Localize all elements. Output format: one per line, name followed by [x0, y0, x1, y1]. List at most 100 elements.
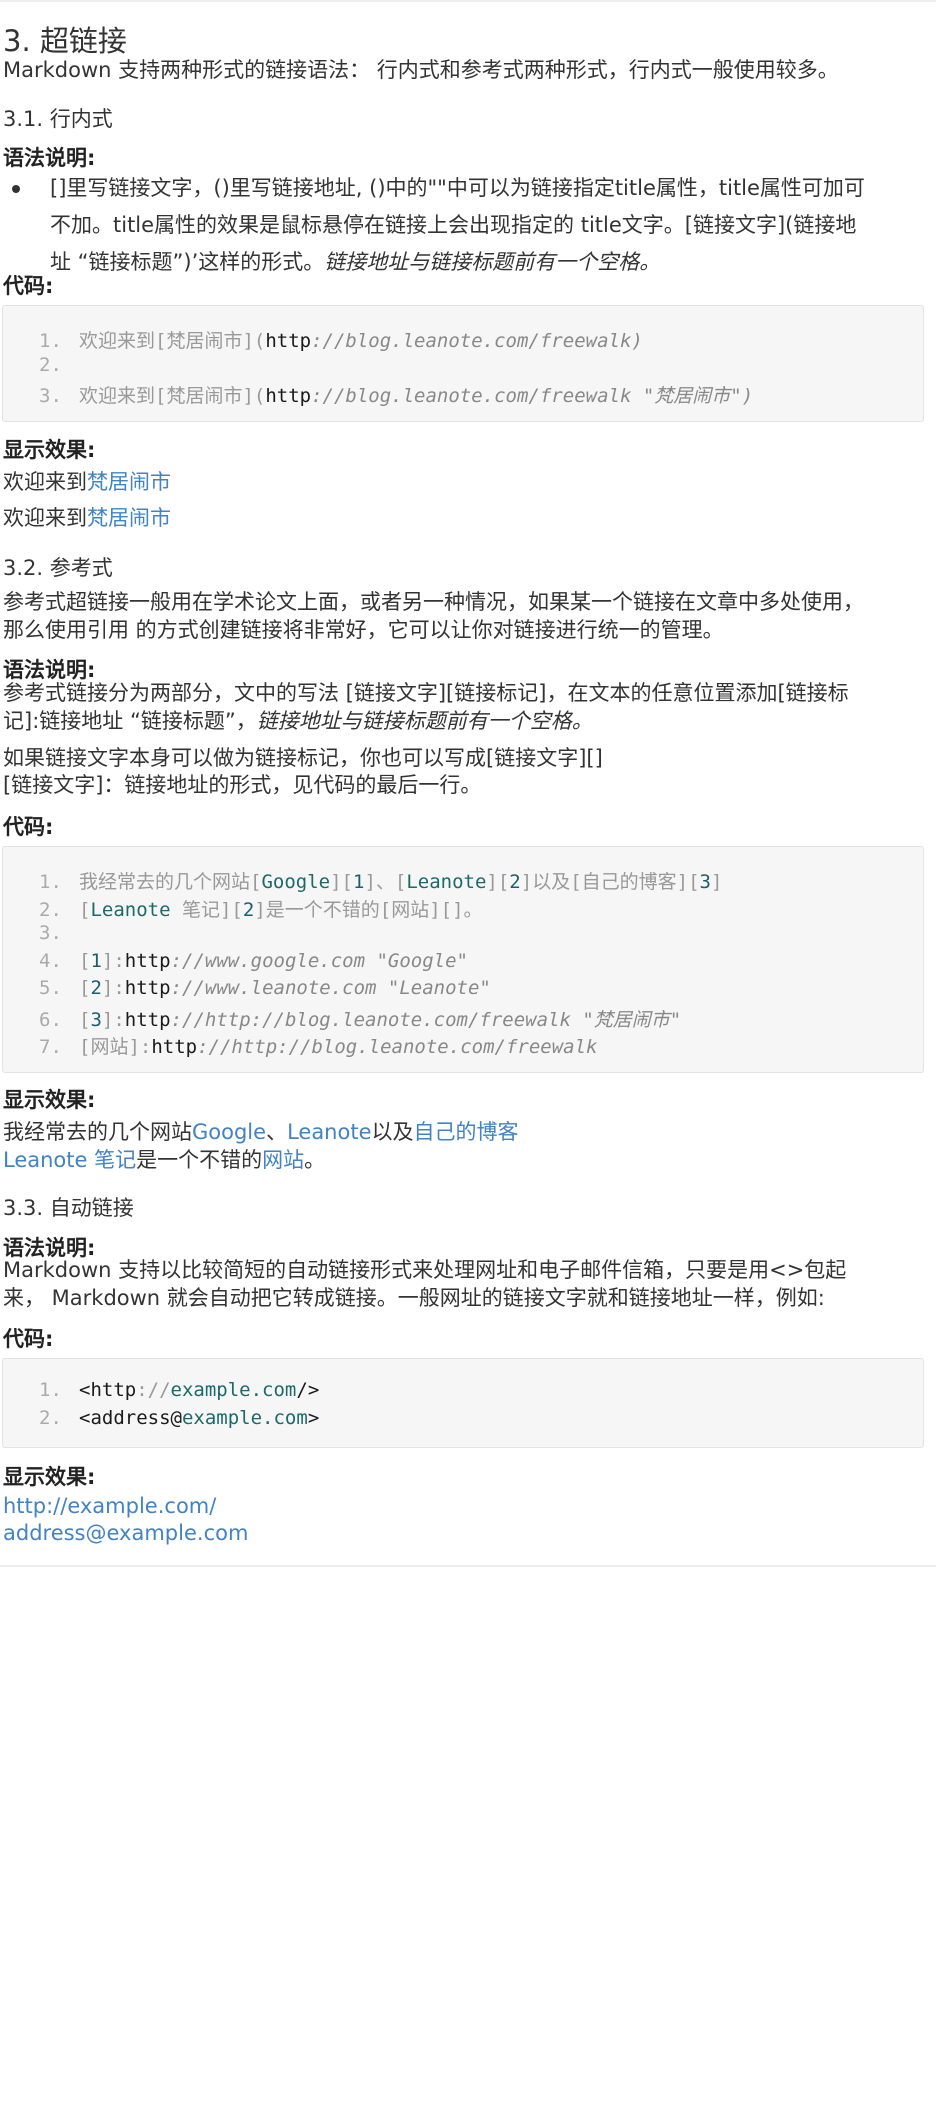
- code-keyword: http: [124, 1009, 171, 1031]
- syntax-paragraph-line: [链接文字]：链接地址的形式，见代码的最后一行。: [3, 773, 482, 797]
- line-number: 6.: [39, 1009, 62, 1031]
- syntax-text: 记]:链接地址 “链接标题”，: [3, 709, 257, 733]
- code-line: 1. 我经常去的几个网站[Google][1]、[Leanote][2]以及[自己…: [39, 867, 722, 894]
- code-italic: ://blog.leanote.com/freewalk): [311, 330, 643, 352]
- reference-paragraph-line: 那么使用引用 的方式创建链接将非常好，它可以让你对链接进行统一的管理。: [3, 618, 724, 642]
- syntax-paragraph-line: 来， Markdown 就会自动把它转成链接。一般网址的链接文字就和链接地址一样…: [3, 1286, 825, 1310]
- syntax-label: 语法说明:: [3, 146, 96, 170]
- result-label: 显示效果:: [3, 1465, 96, 1489]
- code-keyword: http: [90, 1379, 137, 1401]
- line-number: 3.: [39, 385, 62, 407]
- bullet-line: []里写链接文字，()里写链接地址, ()中的""中可以为链接指定title属性…: [50, 176, 865, 200]
- bottom-divider: [0, 1565, 936, 1567]
- top-divider: [0, 0, 936, 2]
- result-line: Leanote 笔记是一个不错的网站。: [3, 1142, 325, 1179]
- subsection-heading-auto: 3.3. 自动链接: [3, 1196, 134, 1220]
- code-name: Leanote: [90, 899, 171, 921]
- result-text: 我经常去的几个网站: [3, 1120, 192, 1144]
- code-text: <: [79, 1407, 91, 1429]
- code-line: 5. [2]:http://www.leanote.com "Leanote": [39, 977, 491, 999]
- code-text: ]:: [101, 1009, 125, 1031]
- line-number: 1.: [39, 871, 62, 893]
- code-line: 2.: [39, 354, 79, 376]
- bullet-line: 址 “链接标题”)’这样的形式。链接地址与链接标题前有一个空格。: [50, 244, 916, 281]
- code-line: 3.: [39, 922, 79, 944]
- result-text: 欢迎来到: [3, 506, 87, 530]
- code-text: 笔记][: [170, 899, 243, 921]
- result-line: address@example.com: [3, 1515, 248, 1552]
- code-line: 1. <http://example.com/>: [39, 1379, 319, 1401]
- code-block: 1. 我经常去的几个网站[Google][1]、[Leanote][2]以及[自己…: [2, 846, 924, 1073]
- line-number: 5.: [39, 977, 62, 999]
- code-text: ]: [710, 871, 723, 893]
- code-text: ]、[: [364, 871, 407, 893]
- code-keyword: http: [265, 385, 312, 407]
- code-number: 1: [90, 950, 102, 972]
- code-text: [: [79, 950, 91, 972]
- code-name: Google: [261, 871, 331, 893]
- result-link[interactable]: 梵居闹市: [87, 506, 171, 530]
- result-text: 欢迎来到: [3, 470, 87, 494]
- result-text: 、: [266, 1120, 288, 1144]
- syntax-emphasis: 链接地址与链接标题前有一个空格。: [256, 709, 593, 733]
- code-label: 代码:: [3, 274, 54, 298]
- line-number: 7.: [39, 1036, 62, 1058]
- code-line: 6. [3]:http://http://blog.leanote.com/fre…: [39, 1005, 681, 1032]
- code-line: 2. <address@example.com>: [39, 1407, 319, 1429]
- code-text: ]:: [101, 977, 125, 999]
- subsection-heading-inline: 3.1. 行内式: [3, 107, 113, 131]
- line-number: 2.: [39, 1407, 62, 1429]
- code-text: [网站]:: [79, 1036, 152, 1058]
- code-label: 代码:: [3, 815, 54, 839]
- code-italic: ://www.leanote.com "Leanote": [170, 977, 491, 999]
- code-number: 3: [699, 871, 711, 893]
- line-number: 2.: [39, 354, 62, 376]
- code-text: 欢迎来到[梵居闹市](: [79, 330, 266, 352]
- code-keyword: http: [151, 1036, 198, 1058]
- code-italic: ://blog.leanote.com/freewalk "梵居闹市"): [311, 385, 754, 407]
- code-number: 2: [509, 871, 521, 893]
- code-italic: ://http://blog.leanote.com/freewalk "梵居闹…: [170, 1009, 682, 1031]
- code-text: ://: [136, 1379, 171, 1401]
- result-line: 欢迎来到梵居闹市: [3, 464, 171, 501]
- code-text: ][: [486, 871, 510, 893]
- code-keyword: http: [265, 330, 312, 352]
- code-number: 3: [90, 1009, 102, 1031]
- result-link[interactable]: 网站: [262, 1148, 304, 1172]
- syntax-paragraph-line: 记]:链接地址 “链接标题”，链接地址与链接标题前有一个空格。: [3, 703, 593, 740]
- line-number: 2.: [39, 899, 62, 921]
- code-keyword: http: [124, 950, 171, 972]
- code-text: [: [79, 899, 91, 921]
- code-text: <: [79, 1379, 91, 1401]
- document-page: 3. 超链接 Markdown 支持两种形式的链接语法： 行内式和参考式两种形式…: [0, 0, 936, 2111]
- result-link[interactable]: Google: [192, 1120, 266, 1144]
- bullet-emphasis: 链接地址与链接标题前有一个空格。: [324, 250, 661, 274]
- code-text: ]:: [101, 950, 125, 972]
- result-label: 显示效果:: [3, 438, 96, 462]
- line-number: 1.: [39, 330, 62, 352]
- code-block: 1. 欢迎来到[梵居闹市](http://blog.leanote.com/fre…: [2, 305, 924, 422]
- result-link[interactable]: Leanote: [287, 1120, 371, 1144]
- code-italic: ://http://blog.leanote.com/freewalk: [197, 1036, 598, 1058]
- code-text: />: [296, 1379, 320, 1401]
- code-domain: example.com: [170, 1379, 297, 1401]
- code-line: 4. [1]:http://www.google.com "Google": [39, 950, 468, 972]
- code-keyword: http: [124, 977, 171, 999]
- code-italic: ://www.google.com "Google": [170, 950, 468, 972]
- result-text: 。: [304, 1148, 326, 1172]
- bullet-text: 址 “链接标题”)’这样的形式。: [50, 250, 325, 274]
- result-label: 显示效果:: [3, 1088, 96, 1112]
- code-line: 1. 欢迎来到[梵居闹市](http://blog.leanote.com/fre…: [39, 326, 643, 353]
- code-label: 代码:: [3, 1327, 54, 1351]
- code-text: ][: [330, 871, 353, 893]
- code-text: >: [307, 1407, 320, 1429]
- line-number: 4.: [39, 950, 62, 972]
- code-domain: example.com: [181, 1407, 308, 1429]
- result-link[interactable]: Leanote 笔记: [3, 1148, 136, 1172]
- code-line: 3. 欢迎来到[梵居闹市](http://blog.leanote.com/fre…: [39, 381, 753, 408]
- result-link[interactable]: 梵居闹市: [87, 470, 171, 494]
- code-text: ]以及[自己的博客][: [520, 871, 700, 893]
- result-link[interactable]: 自己的博客: [414, 1120, 519, 1144]
- result-link[interactable]: address@example.com: [3, 1521, 248, 1545]
- code-number: 2: [242, 899, 255, 921]
